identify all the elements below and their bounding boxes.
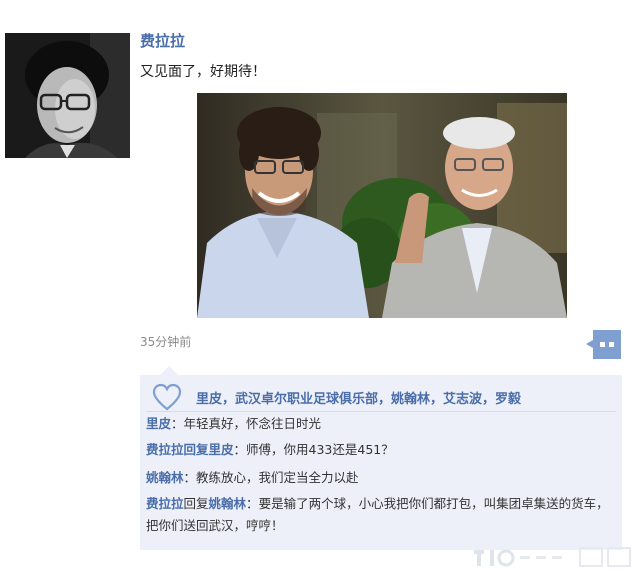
post-author-name[interactable]: 费拉拉 <box>140 30 185 51</box>
author-avatar[interactable] <box>5 33 130 158</box>
comment-item: 里皮：年轻真好，怀念往日时光 <box>146 413 612 435</box>
comment-text: 年轻真好，怀念往日时光 <box>183 416 322 431</box>
comment-item: 费拉拉回复里皮：师傅，你用433还是451？ <box>146 439 612 461</box>
comment-bubble-icon <box>586 330 621 359</box>
comment-item: 姚翰林：教练放心，我们定当全力以赴 <box>146 467 612 489</box>
comment-author[interactable]: 里皮 <box>146 416 171 431</box>
comments-panel: 里皮，武汉卓尔职业足球俱乐部，姚翰林，艾志波，罗毅 里皮：年轻真好，怀念往日时光… <box>140 366 622 550</box>
comment-item: 费拉拉回复姚翰林：要是输了两个球，小心我把你们都打包，叫集团卓集送的货车，把你们… <box>146 493 612 537</box>
comment-author[interactable]: 费拉拉 <box>146 496 184 511</box>
comment-text: 师傅，你用433还是451？ <box>246 442 394 457</box>
post-text: 又见面了，好期待！ <box>140 64 266 80</box>
post-timestamp: 35分钟前 <box>140 335 192 349</box>
post-photo[interactable] <box>197 93 567 318</box>
comment-reply-connector: 回复 <box>183 496 209 511</box>
comment-separator: ： <box>183 470 197 485</box>
panel-pointer <box>160 366 178 375</box>
likes-row: 里皮，武汉卓尔职业足球俱乐部，姚翰林，艾志波，罗毅 <box>152 383 614 411</box>
watermark-logo <box>470 540 640 571</box>
comment-author[interactable]: 费拉拉回复里皮 <box>146 442 234 457</box>
comment-reply-target[interactable]: 姚翰林 <box>209 496 247 511</box>
heart-outline-icon[interactable] <box>152 383 182 411</box>
comment-button[interactable] <box>585 328 623 361</box>
likes-names[interactable]: 里皮，武汉卓尔职业足球俱乐部，姚翰林，艾志波，罗毅 <box>196 388 521 407</box>
comment-separator: ： <box>233 442 247 457</box>
divider <box>146 411 616 412</box>
comment-author[interactable]: 姚翰林 <box>146 470 184 485</box>
comment-separator: ： <box>171 416 184 431</box>
comment-separator: ： <box>246 496 259 511</box>
comment-text: 教练放心，我们定当全力以赴 <box>196 470 359 485</box>
